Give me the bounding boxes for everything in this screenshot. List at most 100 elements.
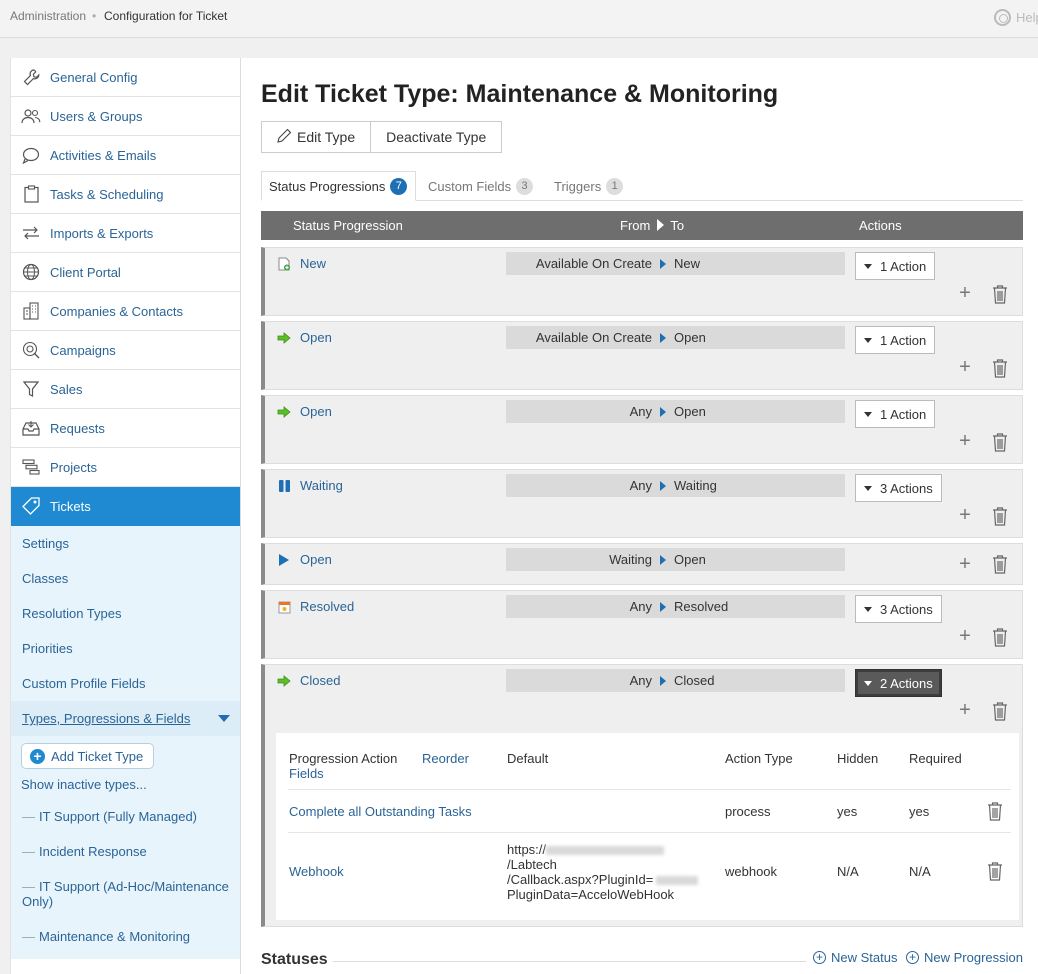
header-action-type: Action Type <box>725 751 793 766</box>
sub-types-progressions-fields[interactable]: Types, Progressions & Fields <box>11 701 240 736</box>
nav-label: Activities & Emails <box>50 147 157 163</box>
type-item[interactable]: — Incident Response <box>11 834 240 869</box>
action-hidden: yes <box>837 804 858 819</box>
sub-resolution-types[interactable]: Resolution Types <box>11 596 240 631</box>
nav-tickets[interactable]: Tickets <box>11 487 240 526</box>
nav-imports-exports[interactable]: Imports & Exports <box>11 214 240 253</box>
add-action-icon[interactable]: + <box>958 505 972 525</box>
type-item[interactable]: — IT Support (Fully Managed) <box>11 799 240 834</box>
breadcrumb-administration[interactable]: Administration <box>10 9 86 23</box>
tab-triggers[interactable]: Triggers 1 <box>554 171 624 201</box>
nav-label: Projects <box>50 459 97 475</box>
new-progression-link[interactable]: + New Progression <box>906 950 1023 965</box>
caret-down-icon <box>864 680 872 686</box>
nav-label: Campaigns <box>50 342 116 358</box>
type-item[interactable]: — IT Support (Ad-Hoc/Maintenance Only) <box>11 869 240 919</box>
new-status-link[interactable]: + New Status <box>813 950 897 965</box>
actions-dropdown-open[interactable]: 2 Actions <box>855 669 942 697</box>
arrow-right-icon <box>660 675 666 686</box>
nav-companies-contacts[interactable]: Companies & Contacts <box>11 292 240 331</box>
to-value: Open <box>674 404 706 419</box>
nav-tasks-scheduling[interactable]: Tasks & Scheduling <box>11 175 240 214</box>
add-action-icon[interactable]: + <box>958 357 972 377</box>
trash-icon[interactable] <box>992 285 1008 304</box>
actions-dropdown[interactable]: 3 Actions <box>855 474 942 502</box>
status-label: Open <box>300 552 332 567</box>
sub-settings[interactable]: Settings <box>11 526 240 561</box>
nav-campaigns[interactable]: Campaigns <box>11 331 240 370</box>
type-item[interactable]: — Maintenance & Monitoring <box>11 919 240 959</box>
users-icon <box>21 106 41 126</box>
add-action-icon[interactable]: + <box>958 431 972 451</box>
add-action-icon[interactable]: + <box>958 283 972 303</box>
tickets-submenu: Settings Classes Resolution Types Priori… <box>11 526 240 959</box>
trash-icon[interactable] <box>992 433 1008 452</box>
reorder-fields-link[interactable]: Reorder <box>422 751 469 766</box>
trash-icon[interactable] <box>992 359 1008 378</box>
tab-status-progressions[interactable]: Status Progressions 7 <box>261 171 417 201</box>
action-name-link[interactable]: Webhook <box>289 864 344 879</box>
actions-dropdown[interactable]: 1 Action <box>855 252 936 280</box>
to-value: Resolved <box>674 599 729 614</box>
sub-classes[interactable]: Classes <box>11 561 240 596</box>
edit-type-button[interactable]: Edit Type <box>262 122 370 152</box>
nav-client-portal[interactable]: Client Portal <box>11 253 240 292</box>
status-link[interactable]: Waiting <box>277 478 343 493</box>
status-link[interactable]: Open <box>277 404 332 419</box>
statuses-heading: Statuses <box>261 951 328 968</box>
nav-label: Sales <box>50 381 83 397</box>
nav-users-groups[interactable]: Users & Groups <box>11 97 240 136</box>
progression-row-expanded: Closed Any Closed 2 Actions + Progression… <box>261 664 1023 927</box>
nav-sales[interactable]: Sales <box>11 370 240 409</box>
type-label: Incident Response <box>39 844 147 859</box>
status-link[interactable]: Open <box>277 552 332 567</box>
chat-icon <box>21 145 41 165</box>
actions-dropdown[interactable]: 1 Action <box>855 400 936 428</box>
nav-activities-emails[interactable]: Activities & Emails <box>11 136 240 175</box>
trash-icon[interactable] <box>987 802 1003 821</box>
header-required: Required <box>909 751 962 766</box>
sub-priorities[interactable]: Priorities <box>11 631 240 666</box>
transfer-icon <box>21 223 41 243</box>
nav-general-config[interactable]: General Config <box>11 58 240 97</box>
reorder-fields-link-fields[interactable]: Fields <box>289 766 324 781</box>
green-arrow-icon <box>277 331 291 345</box>
deactivate-type-button[interactable]: Deactivate Type <box>370 122 501 152</box>
status-label: Waiting <box>300 478 343 493</box>
caret-down-icon <box>864 263 872 269</box>
add-ticket-type-button[interactable]: + Add Ticket Type <box>21 743 155 769</box>
trash-icon[interactable] <box>992 507 1008 526</box>
status-link[interactable]: Closed <box>277 673 340 688</box>
add-action-icon[interactable]: + <box>958 700 972 720</box>
tab-custom-fields[interactable]: Custom Fields 3 <box>428 171 534 201</box>
actions-dropdown[interactable]: 1 Action <box>855 326 936 354</box>
trash-icon[interactable] <box>992 628 1008 647</box>
actions-dropdown[interactable]: 3 Actions <box>855 595 942 623</box>
status-label: Open <box>300 330 332 345</box>
status-link[interactable]: New <box>277 256 326 271</box>
nav-label: Tickets <box>50 498 91 514</box>
help-link[interactable]: Help <box>992 8 1038 28</box>
trash-icon[interactable] <box>992 702 1008 721</box>
show-inactive-types-link[interactable]: Show inactive types... <box>11 769 240 799</box>
status-label: Resolved <box>300 599 355 614</box>
from-value: Any <box>629 599 652 614</box>
col-to: To <box>670 218 685 233</box>
breadcrumb-separator: • <box>92 9 97 23</box>
nav-projects[interactable]: Projects <box>11 448 240 487</box>
url-part: /Callback.aspx?PluginId= <box>507 872 654 887</box>
progressions-table-header: Status Progression From To Actions <box>261 211 1023 240</box>
trash-icon[interactable] <box>987 862 1003 881</box>
sub-custom-profile-fields[interactable]: Custom Profile Fields <box>11 666 240 701</box>
trash-icon[interactable] <box>992 555 1008 574</box>
status-link[interactable]: Open <box>277 330 332 345</box>
nav-label: Users & Groups <box>50 108 143 124</box>
add-action-icon[interactable]: + <box>958 626 972 646</box>
plus-circle-icon: + <box>813 951 826 964</box>
caret-down-icon <box>864 411 872 417</box>
action-name-link[interactable]: Complete all Outstanding Tasks <box>289 804 472 819</box>
arrow-right-icon <box>657 219 665 231</box>
nav-requests[interactable]: Requests <box>11 409 240 448</box>
add-action-icon[interactable]: + <box>958 554 972 574</box>
status-link[interactable]: Resolved <box>277 599 354 614</box>
